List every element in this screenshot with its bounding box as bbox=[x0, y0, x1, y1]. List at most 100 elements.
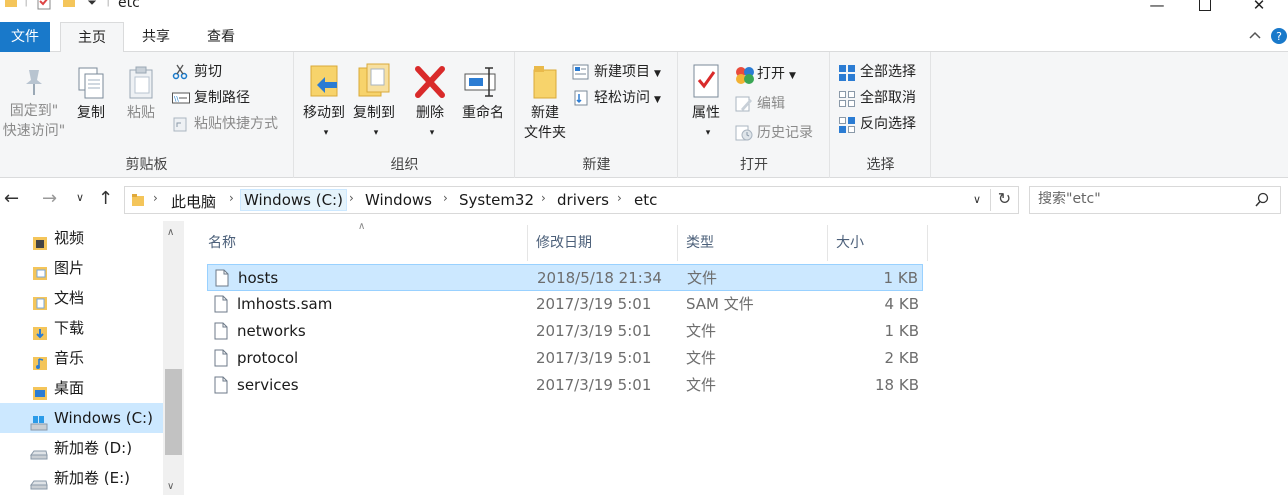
maximize-icon[interactable] bbox=[1182, 0, 1228, 18]
properties-icon bbox=[693, 64, 719, 98]
table-row[interactable]: networks 2017/3/19 5:01 文件 1 KB bbox=[207, 318, 923, 345]
pin-label-2: 快速访问" bbox=[2, 123, 66, 139]
open-group: 属性 ▾ 打开 ▼ 编辑 历史记录 打开 bbox=[679, 52, 830, 178]
delete-icon bbox=[415, 66, 445, 98]
edit-label: 编辑 bbox=[757, 96, 785, 112]
new-group-label: 新建 bbox=[582, 157, 611, 173]
nav-item-label: 文档 bbox=[54, 289, 85, 307]
file-type: 文件 bbox=[687, 269, 718, 287]
open-group-label: 打开 bbox=[740, 157, 768, 173]
scrollbar-thumb[interactable] bbox=[165, 369, 182, 455]
nav-item-music[interactable]: 音乐 bbox=[0, 343, 163, 373]
refresh-icon[interactable]: ↻ bbox=[990, 189, 1018, 211]
delete-label: 删除 bbox=[416, 105, 444, 121]
forward-arrow-icon[interactable]: → bbox=[42, 188, 57, 209]
help-icon[interactable]: ? bbox=[1270, 27, 1288, 49]
breadcrumb-drivers[interactable]: drivers bbox=[557, 191, 609, 209]
copy-icon bbox=[78, 67, 104, 99]
file-name: lmhosts.sam bbox=[237, 295, 333, 313]
close-icon[interactable]: ✕ bbox=[1236, 0, 1282, 18]
rename-icon bbox=[464, 67, 496, 97]
search-icon[interactable] bbox=[1254, 192, 1270, 212]
open-label: 打开 bbox=[757, 66, 785, 82]
nav-item-desktop[interactable]: 桌面 bbox=[0, 373, 163, 403]
column-header-modified[interactable]: 修改日期 bbox=[528, 225, 678, 261]
nav-item-drive-c[interactable]: Windows (C:) bbox=[0, 403, 163, 433]
pin-quick-access-button[interactable]: 固定到" 快速访问" bbox=[0, 66, 68, 141]
file-name: services bbox=[237, 376, 299, 394]
breadcrumb-this-pc[interactable]: 此电脑 bbox=[171, 191, 216, 212]
ribbon: 固定到" 快速访问" 复制 粘贴 剪切 \\ 复制路径 粘贴快捷方式 剪贴板 移… bbox=[0, 52, 1288, 178]
folder-icon bbox=[131, 193, 145, 211]
breadcrumb-windows[interactable]: Windows bbox=[365, 191, 432, 209]
nav-item-documents[interactable]: 文档 bbox=[0, 283, 163, 313]
new-folder-quick-icon[interactable] bbox=[62, 0, 76, 12]
breadcrumb-separator-icon[interactable]: › bbox=[443, 191, 448, 205]
column-header-name[interactable]: 名称 bbox=[200, 225, 528, 261]
properties-quick-icon[interactable] bbox=[36, 0, 52, 14]
organize-group-label: 组织 bbox=[390, 157, 419, 173]
search-input[interactable] bbox=[1038, 191, 1248, 207]
address-dropdown-icon[interactable]: ∨ bbox=[973, 193, 981, 206]
edit-icon bbox=[735, 96, 752, 112]
column-header-size[interactable]: 大小 bbox=[828, 225, 928, 261]
scroll-up-icon[interactable]: ∧ bbox=[167, 227, 174, 238]
move-to-label: 移动到 bbox=[303, 105, 345, 121]
rename-button[interactable]: 重命名 bbox=[455, 62, 511, 123]
table-row[interactable]: services 2017/3/19 5:01 文件 18 KB bbox=[207, 372, 923, 399]
column-header-label: 大小 bbox=[836, 235, 864, 251]
tab-file[interactable]: 文件 bbox=[0, 22, 50, 52]
tab-share[interactable]: 共享 bbox=[126, 22, 186, 52]
new-group: 新建 文件夹 新建项目 ▼ 轻松访问 ▼ 新建 bbox=[516, 52, 678, 178]
move-to-icon bbox=[310, 65, 338, 97]
copy-label: 复制 bbox=[77, 105, 105, 121]
column-header-type[interactable]: 类型 bbox=[678, 225, 828, 261]
breadcrumb-separator-icon[interactable]: › bbox=[541, 191, 546, 205]
nav-item-videos[interactable]: 视频 bbox=[0, 223, 163, 253]
paste-button[interactable]: 粘贴 bbox=[120, 66, 162, 123]
tab-home[interactable]: 主页 bbox=[60, 22, 124, 53]
breadcrumb-separator-icon[interactable]: › bbox=[153, 191, 158, 205]
navigation-pane: 视频 图片 文档 下载 音乐 桌面 Windows (C:) 新加卷 (D:) … bbox=[0, 221, 186, 495]
nav-item-drive-e[interactable]: 新加卷 (E:) bbox=[0, 463, 163, 493]
collapse-ribbon-icon[interactable] bbox=[1248, 28, 1262, 46]
nav-item-pictures[interactable]: 图片 bbox=[0, 253, 163, 283]
new-folder-button[interactable]: 新建 文件夹 bbox=[518, 62, 572, 143]
address-bar[interactable]: › 此电脑 › Windows (C:) › Windows › System3… bbox=[124, 186, 1019, 214]
nav-item-label: Windows (C:) bbox=[54, 409, 153, 427]
scroll-down-icon[interactable]: ∨ bbox=[167, 481, 174, 492]
file-size: 4 KB bbox=[884, 295, 919, 313]
copy-button[interactable]: 复制 bbox=[70, 66, 112, 123]
breadcrumb-separator-icon[interactable]: › bbox=[617, 191, 622, 205]
nav-item-label: 视频 bbox=[54, 229, 85, 247]
pin-label-1: 固定到" bbox=[9, 103, 59, 119]
breadcrumb-separator-icon[interactable]: › bbox=[229, 191, 234, 205]
back-arrow-icon[interactable]: ← bbox=[4, 188, 19, 209]
table-row[interactable]: hosts 2018/5/18 21:34 文件 1 KB bbox=[207, 264, 923, 291]
search-box[interactable] bbox=[1029, 186, 1281, 214]
tab-view[interactable]: 查看 bbox=[190, 22, 252, 52]
customize-quick-access-icon[interactable] bbox=[86, 0, 98, 10]
breadcrumb-system32[interactable]: System32 bbox=[459, 191, 534, 209]
move-to-button[interactable]: 移动到 ▾ bbox=[299, 62, 349, 143]
delete-button[interactable]: 删除 ▾ bbox=[407, 62, 453, 143]
history-label: 历史记录 bbox=[757, 125, 813, 141]
new-item-icon bbox=[572, 64, 589, 80]
breadcrumb-separator-icon[interactable]: › bbox=[349, 191, 354, 205]
nav-pane-scrollbar[interactable]: ∧ ∨ bbox=[163, 221, 184, 495]
breadcrumb-drive-c[interactable]: Windows (C:) bbox=[240, 189, 347, 211]
file-modified: 2018/5/18 21:34 bbox=[537, 269, 662, 287]
table-row[interactable]: protocol 2017/3/19 5:01 文件 2 KB bbox=[207, 345, 923, 372]
breadcrumb-etc[interactable]: etc bbox=[634, 191, 657, 209]
nav-item-downloads[interactable]: 下载 bbox=[0, 313, 163, 343]
table-row[interactable]: lmhosts.sam 2017/3/19 5:01 SAM 文件 4 KB bbox=[207, 291, 923, 318]
minimize-icon[interactable]: — bbox=[1134, 0, 1180, 18]
properties-button[interactable]: 属性 ▾ bbox=[683, 62, 729, 143]
up-arrow-icon[interactable]: ↑ bbox=[98, 188, 113, 209]
easy-access-icon bbox=[574, 90, 588, 106]
nav-item-drive-d[interactable]: 新加卷 (D:) bbox=[0, 433, 163, 463]
svg-text:?: ? bbox=[1276, 30, 1282, 43]
copy-to-button[interactable]: 复制到 ▾ bbox=[349, 62, 399, 143]
file-name: protocol bbox=[237, 349, 299, 367]
recent-locations-icon[interactable]: ∨ bbox=[76, 191, 84, 204]
